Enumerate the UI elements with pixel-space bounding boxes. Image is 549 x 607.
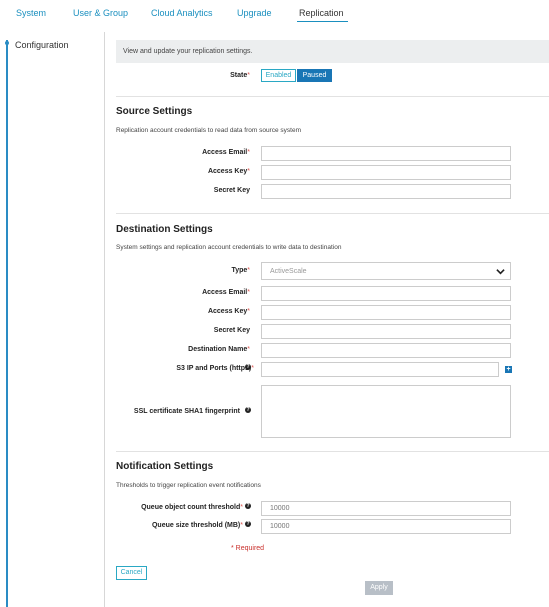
destination-secret-key-input[interactable] [261,324,511,339]
help-icon[interactable]: ? [245,407,251,413]
source-settings-title: Source Settings [116,106,193,117]
destination-access-email-input[interactable] [261,286,511,301]
source-secret-key-input[interactable] [261,184,511,199]
notification-settings-description: Thresholds to trigger replication event … [116,482,261,489]
queue-object-count-input[interactable] [261,501,511,516]
ssl-fingerprint-label: SSL certificate SHA1 fingerprint [133,408,240,415]
destination-access-email-label: Access Email* [202,289,250,296]
required-mark: * [247,267,250,274]
destination-access-email-label-text: Access Email [202,289,248,296]
info-banner-text: View and update your replication setting… [123,48,253,55]
section-divider [116,96,549,97]
queue-size-input[interactable] [261,519,511,534]
s3-ip-ports-label-text: S3 IP and Ports (https) [176,365,252,372]
source-access-key-input[interactable] [261,165,511,180]
state-label: State* [230,72,250,79]
queue-object-count-label: Queue object count threshold* [141,504,243,511]
queue-size-label: Queue size threshold (MB)* [152,522,243,529]
state-label-text: State [230,72,248,79]
tab-user-group[interactable]: User & Group [73,8,128,18]
destination-access-key-label-text: Access Key [207,308,248,315]
destination-access-key-label: Access Key* [208,308,250,315]
required-note: * Required [231,545,265,552]
source-access-email-input[interactable] [261,146,511,161]
tab-system[interactable]: System [16,8,46,18]
tab-upgrade[interactable]: Upgrade [237,8,272,18]
destination-secret-key-label: Secret Key [213,327,250,334]
queue-size-label-text: Queue size threshold (MB) [151,522,241,529]
required-mark: * [247,289,250,296]
destination-name-label-text: Destination Name [188,346,248,353]
help-icon[interactable]: ? [245,503,251,509]
source-access-email-label-text: Access Email [202,149,248,156]
tab-cloud-analytics[interactable]: Cloud Analytics [151,8,213,18]
help-icon[interactable]: ? [245,364,251,370]
source-access-email-label: Access Email* [202,149,250,156]
destination-name-input[interactable] [261,343,511,358]
apply-button[interactable]: Apply [365,581,393,595]
sidebar: Configuration [0,32,105,607]
s3-ip-ports-input[interactable] [261,362,499,377]
destination-type-label-text: Type [231,267,248,274]
required-mark: * [240,504,243,511]
destination-name-label: Destination Name* [188,346,250,353]
sidebar-rail [6,40,8,607]
destination-type-select[interactable]: ActiveScale [261,262,511,280]
destination-type-label: Type* [231,267,250,274]
top-nav: System User & Group Cloud Analytics Upgr… [0,0,549,22]
required-mark: * [240,522,243,529]
required-mark: * [247,168,250,175]
help-icon[interactable]: ? [245,521,251,527]
chevron-down-icon [496,269,505,275]
s3-ip-ports-label: S3 IP and Ports (https)* [176,365,254,372]
source-secret-key-label: Secret Key [213,187,250,194]
info-banner: View and update your replication setting… [116,40,549,63]
cancel-button[interactable]: Cancel [116,566,147,580]
destination-type-value: ActiveScale [270,268,307,275]
section-divider [116,451,549,452]
notification-settings-title: Notification Settings [116,461,214,472]
section-divider [116,213,549,214]
source-access-key-label: Access Key* [208,168,250,175]
required-mark: * [247,72,250,79]
required-mark: * [247,346,250,353]
sidebar-active-marker-icon [5,41,9,45]
queue-object-count-label-text: Queue object count threshold [141,504,241,511]
required-mark: * [247,149,250,156]
state-paused-button[interactable]: Paused [297,69,332,82]
destination-settings-description: System settings and replication account … [116,244,342,251]
required-mark: * [247,308,250,315]
add-icon[interactable]: + [505,366,512,373]
destination-access-key-input[interactable] [261,305,511,320]
destination-settings-title: Destination Settings [116,224,213,235]
sidebar-item-configuration[interactable]: Configuration [15,40,69,50]
tab-replication[interactable]: Replication [297,8,348,22]
state-enabled-button[interactable]: Enabled [261,69,296,82]
source-settings-description: Replication account credentials to read … [116,127,301,134]
ssl-fingerprint-textarea[interactable] [261,385,511,438]
source-access-key-label-text: Access Key [207,168,248,175]
required-mark: * [251,365,254,372]
